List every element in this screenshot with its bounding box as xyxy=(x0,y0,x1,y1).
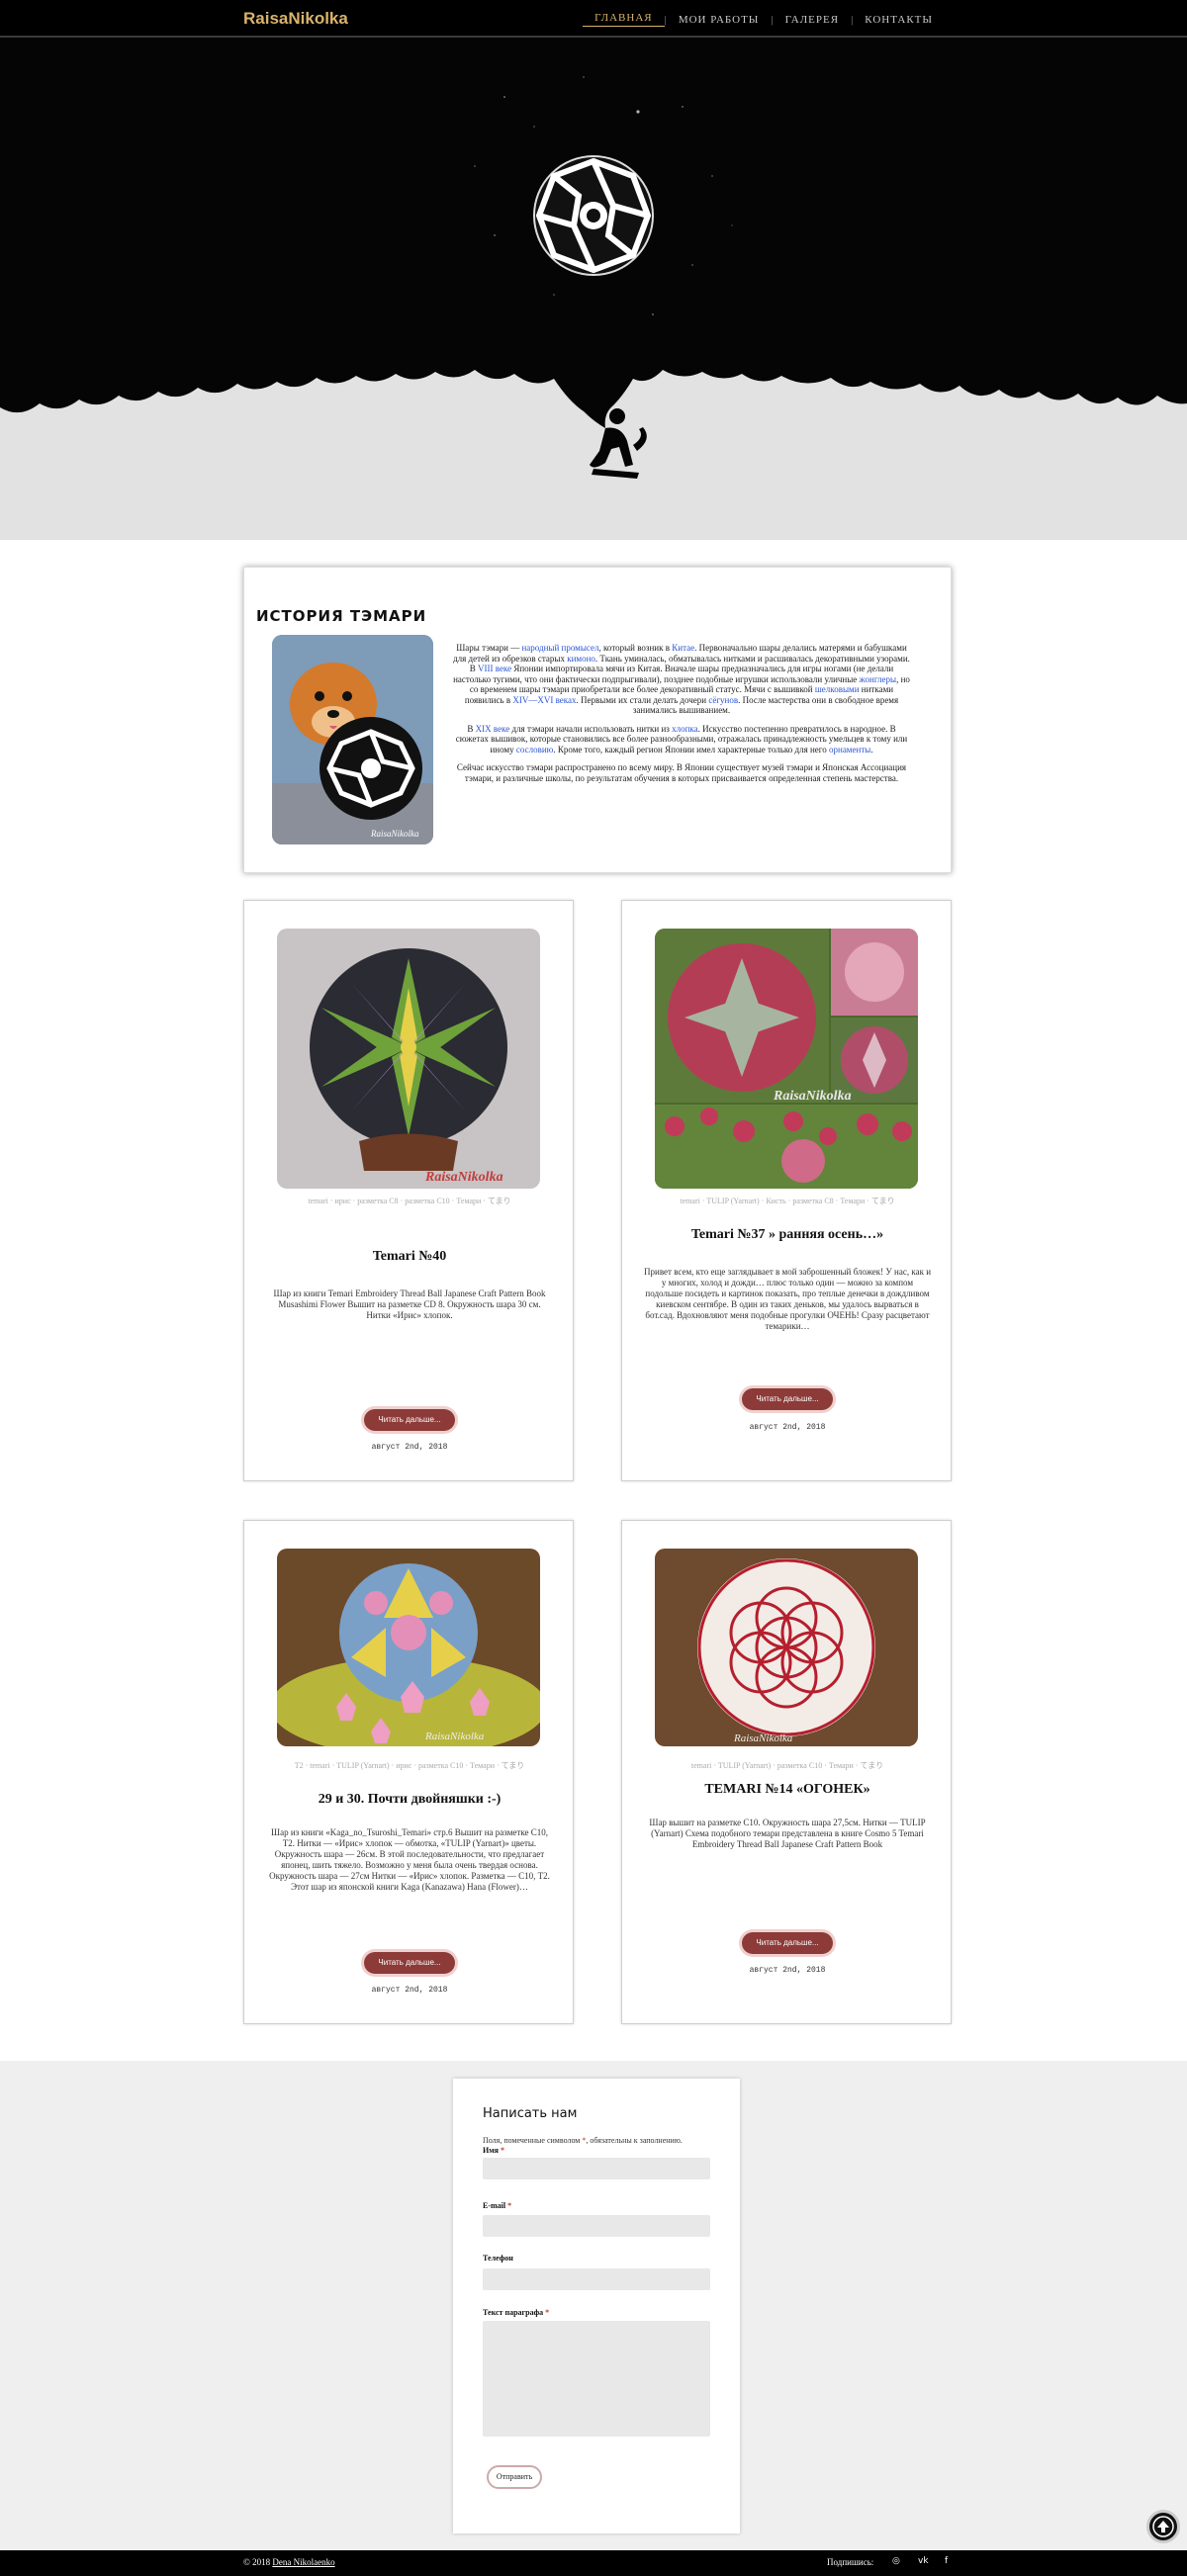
history-photo: RaisaNikolka xyxy=(272,635,433,844)
post-excerpt: Шар из книги «Kaga_no_Tsuroshi_Temari» с… xyxy=(269,1827,550,1892)
copyright: © 2018 Dena Nikolaenko xyxy=(243,2557,335,2567)
link-folk-craft[interactable]: народный промысел xyxy=(521,643,598,653)
post-title[interactable]: Temari №37 » ранняя осень…» xyxy=(642,1227,933,1243)
read-more-button[interactable]: Читать дальше... xyxy=(742,1388,833,1410)
post-card: RaisaNikolka temari · ирис · разметка C8… xyxy=(243,900,574,1481)
message-textarea[interactable] xyxy=(483,2321,710,2437)
post-image[interactable]: RaisaNikolka xyxy=(655,1549,918,1746)
hero-illustration xyxy=(0,38,1187,540)
post-tags[interactable]: temari · TULIP (Yarnart) · Кисть · разме… xyxy=(642,1196,933,1206)
link-kimono[interactable]: кимоно xyxy=(567,654,595,664)
author-link[interactable]: Dena Nikolaenko xyxy=(272,2557,334,2567)
link-19-century[interactable]: XIX веке xyxy=(476,724,510,734)
email-input[interactable] xyxy=(483,2215,710,2237)
post-image[interactable]: RaisaNikolka xyxy=(277,1549,540,1746)
subscribe-label: Подпишись: xyxy=(827,2557,874,2567)
nav-item-my-works[interactable]: МОИ РАБОТЫ xyxy=(667,14,772,26)
phone-input[interactable] xyxy=(483,2268,710,2290)
vk-icon[interactable]: vk xyxy=(918,2556,929,2566)
contact-form: Написать нам Поля, помеченные символом *… xyxy=(453,2079,740,2533)
link-shoguns[interactable]: сёгунов xyxy=(708,695,738,705)
site-logo[interactable]: RaisaNikolka xyxy=(243,9,348,29)
main-nav: ГЛАВНАЯ | МОИ РАБОТЫ | ГАЛЕРЕЯ | КОНТАКТ… xyxy=(583,12,945,27)
email-label: E-mail * xyxy=(483,2201,512,2210)
arrow-up-icon xyxy=(1152,2516,1174,2537)
nav-item-home[interactable]: ГЛАВНАЯ xyxy=(583,12,665,27)
post-date: август 2nd, 2018 xyxy=(371,1986,448,1995)
history-paragraph-2: В XIX веке для тэмари начали использоват… xyxy=(455,723,908,755)
name-label: Имя * xyxy=(483,2146,504,2155)
link-14-16-century[interactable]: XIV—XVI веках xyxy=(512,695,576,705)
post-image[interactable]: RaisaNikolka xyxy=(655,929,918,1189)
post-excerpt: Шар вышит на разметке C10. Окружность ша… xyxy=(649,1818,926,1849)
contact-title: Написать нам xyxy=(483,2106,578,2121)
facebook-icon[interactable]: f xyxy=(945,2556,948,2566)
history-text: Шары тэмари — народный промысел, который… xyxy=(452,643,911,791)
history-paragraph-3: Сейчас искусство тэмари распространено п… xyxy=(456,762,907,783)
scroll-to-top-button[interactable] xyxy=(1146,2510,1180,2543)
post-watermark: RaisaNikolka xyxy=(773,1089,852,1104)
post-card: RaisaNikolka temari · TULIP (Yarnart) · … xyxy=(621,1520,952,2024)
post-title[interactable]: 29 и 30. Почти двойняшки :-) xyxy=(264,1792,555,1808)
site-footer: © 2018 Dena Nikolaenko Подпишись: ◎ vk f xyxy=(0,2550,1187,2576)
temari-40-image: RaisaNikolka xyxy=(277,929,540,1189)
post-tags[interactable]: temari · ирис · разметка C8 · разметка C… xyxy=(264,1196,555,1206)
post-tags[interactable]: T2 · temari · TULIP (Yarnart) · ирис · р… xyxy=(264,1760,555,1771)
post-tags[interactable]: temari · TULIP (Yarnart) · разметка C10 … xyxy=(642,1760,933,1771)
post-excerpt: Шар из книги Temari Embroidery Thread Ba… xyxy=(273,1288,546,1320)
link-jugglers[interactable]: жонглеры xyxy=(860,674,897,684)
top-navbar: RaisaNikolka ГЛАВНАЯ | МОИ РАБОТЫ | ГАЛЕ… xyxy=(0,0,1187,38)
link-8th-century[interactable]: VIII веке xyxy=(478,664,511,673)
temari-ball-graphic xyxy=(533,155,654,276)
post-card: RaisaNikolka temari · TULIP (Yarnart) · … xyxy=(621,900,952,1481)
post-date: август 2nd, 2018 xyxy=(749,1423,826,1432)
hero-banner xyxy=(0,38,1187,540)
read-more-button[interactable]: Читать дальше... xyxy=(742,1932,833,1954)
post-excerpt: Привет всем, кто еще заглядывает в мой з… xyxy=(644,1267,932,1331)
read-more-button[interactable]: Читать дальше... xyxy=(364,1409,455,1431)
history-card: ИСТОРИЯ ТЭМАРИ RaisaNikolka Шары тэмари … xyxy=(243,567,952,873)
name-input[interactable] xyxy=(483,2158,710,2179)
post-title[interactable]: Temari №40 xyxy=(264,1249,555,1265)
dog-with-temari-image: RaisaNikolka xyxy=(272,635,433,844)
read-more-button[interactable]: Читать дальше... xyxy=(364,1952,455,1974)
link-estate[interactable]: сословию xyxy=(516,745,554,755)
post-card: RaisaNikolka T2 · temari · TULIP (Yarnar… xyxy=(243,1520,574,2024)
post-watermark: RaisaNikolka xyxy=(424,1170,503,1185)
nav-item-contacts[interactable]: КОНТАКТЫ xyxy=(853,14,945,26)
history-paragraph-1: Шары тэмари — народный промысел, который… xyxy=(453,643,910,715)
post-date: август 2nd, 2018 xyxy=(371,1443,448,1452)
link-cotton[interactable]: хлопка xyxy=(672,724,698,734)
post-watermark: RaisaNikolka xyxy=(424,1731,485,1742)
link-silk[interactable]: шелковыми xyxy=(815,684,860,694)
submit-button[interactable]: Отправить xyxy=(487,2465,542,2489)
photo-watermark: RaisaNikolka xyxy=(370,829,419,839)
link-china[interactable]: Китае xyxy=(672,643,694,653)
nav-item-gallery[interactable]: ГАЛЕРЕЯ xyxy=(774,14,851,26)
temari-14-image: RaisaNikolka xyxy=(655,1549,918,1746)
post-watermark: RaisaNikolka xyxy=(733,1732,793,1744)
link-ornaments[interactable]: орнаменты xyxy=(829,745,870,755)
required-note: Поля, помеченные символом *, обязательны… xyxy=(483,2136,683,2145)
temari-37-image: RaisaNikolka xyxy=(655,929,918,1189)
message-label: Текст параграфа * xyxy=(483,2308,550,2317)
temari-29-30-image: RaisaNikolka xyxy=(277,1549,540,1746)
post-image[interactable]: RaisaNikolka xyxy=(277,929,540,1189)
history-title: ИСТОРИЯ ТЭМАРИ xyxy=(256,607,427,625)
phone-label: Телефон xyxy=(483,2254,513,2263)
post-title[interactable]: TEMARI №14 «ОГОНЕК» xyxy=(642,1782,933,1798)
instagram-icon[interactable]: ◎ xyxy=(892,2556,900,2566)
post-date: август 2nd, 2018 xyxy=(749,1966,826,1975)
